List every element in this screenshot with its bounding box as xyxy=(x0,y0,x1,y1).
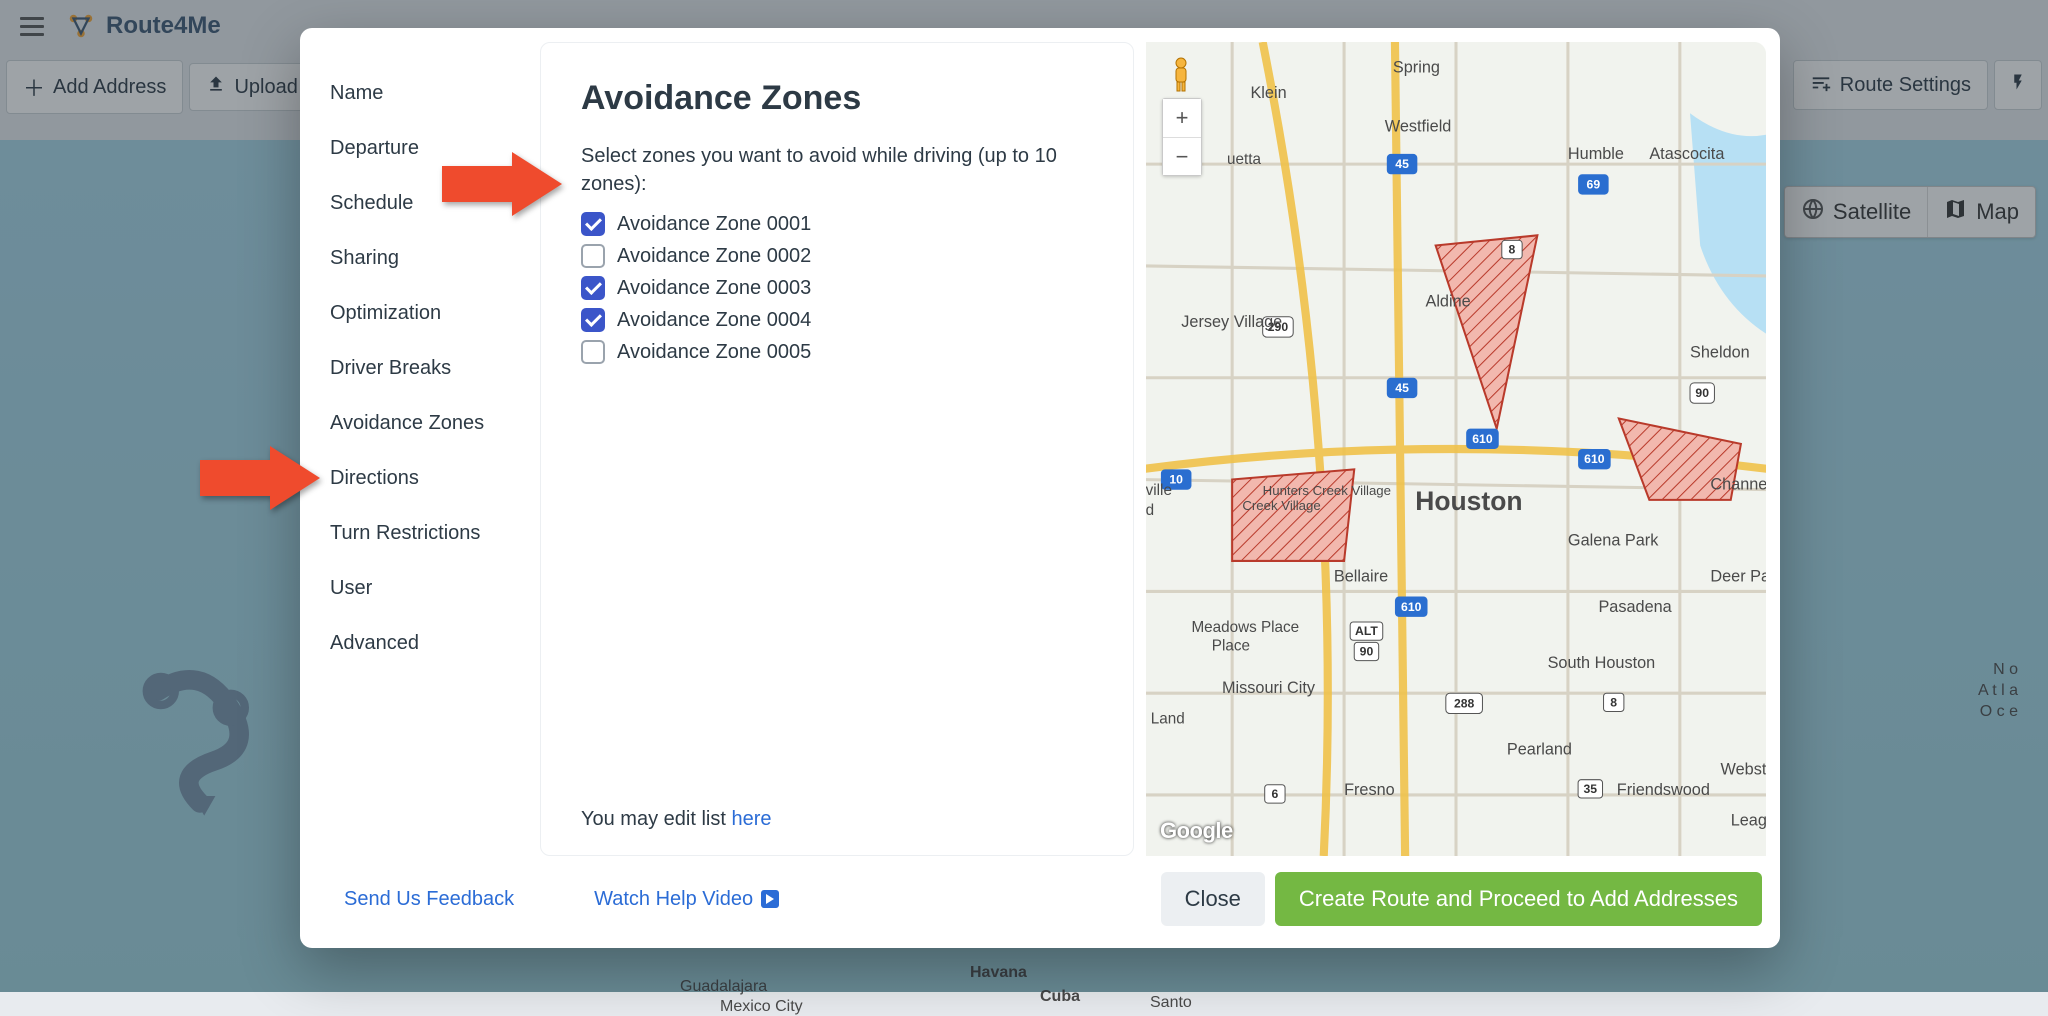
svg-text:South Houston: South Houston xyxy=(1548,654,1656,672)
sidebar-item-name[interactable]: Name xyxy=(300,66,540,121)
sidebar-item-directions[interactable]: Directions xyxy=(300,451,540,506)
svg-text:Place: Place xyxy=(1212,637,1250,654)
zone-list: Avoidance Zone 0001 Avoidance Zone 0002 … xyxy=(581,212,1093,364)
svg-text:Leag: Leag xyxy=(1731,811,1766,829)
zone-checkbox[interactable] xyxy=(581,276,605,300)
svg-text:Spring: Spring xyxy=(1393,59,1440,77)
zone-row: Avoidance Zone 0002 xyxy=(581,244,1093,268)
bg-city-mexico: Mexico City xyxy=(720,998,803,1016)
play-icon xyxy=(761,890,779,908)
svg-text:Land: Land xyxy=(1151,711,1185,728)
create-route-button[interactable]: Create Route and Proceed to Add Addresse… xyxy=(1275,872,1762,926)
svg-text:69: 69 xyxy=(1587,178,1601,192)
pegman-icon[interactable] xyxy=(1168,56,1194,92)
svg-text:610: 610 xyxy=(1472,432,1493,446)
svg-text:Pasadena: Pasadena xyxy=(1598,598,1672,616)
svg-text:Webst: Webst xyxy=(1721,761,1766,779)
svg-text:Atascocita: Atascocita xyxy=(1649,145,1725,163)
zone-row: Avoidance Zone 0004 xyxy=(581,308,1093,332)
zone-checkbox[interactable] xyxy=(581,340,605,364)
zoom-in-button[interactable]: + xyxy=(1163,99,1201,137)
svg-text:45: 45 xyxy=(1395,381,1409,395)
svg-text:90: 90 xyxy=(1360,645,1374,659)
zone-checkbox[interactable] xyxy=(581,308,605,332)
panel-edit-note: You may edit list here xyxy=(581,808,1093,831)
svg-text:Pearland: Pearland xyxy=(1507,740,1572,758)
bg-city-santo: Santo xyxy=(1150,994,1192,1012)
svg-text:610: 610 xyxy=(1584,452,1605,466)
annotation-arrow-icon xyxy=(442,152,562,221)
svg-text:Sheldon: Sheldon xyxy=(1690,343,1750,361)
svg-text:ville: ville xyxy=(1146,482,1172,499)
svg-text:Fresno: Fresno xyxy=(1344,781,1395,799)
zoom-out-button[interactable]: − xyxy=(1163,137,1201,175)
svg-text:Hunters Creek Village: Hunters Creek Village xyxy=(1263,483,1391,498)
svg-text:d: d xyxy=(1146,502,1154,519)
zone-checkbox[interactable] xyxy=(581,244,605,268)
svg-text:Friendswood: Friendswood xyxy=(1617,781,1710,799)
annotation-arrow-icon xyxy=(200,446,320,515)
sidebar-item-advanced[interactable]: Advanced xyxy=(300,616,540,671)
svg-text:Humble: Humble xyxy=(1568,145,1624,163)
watch-help-video-link[interactable]: Watch Help Video xyxy=(594,888,779,911)
svg-text:Deer Pa: Deer Pa xyxy=(1710,567,1766,585)
svg-text:Creek Village: Creek Village xyxy=(1242,498,1320,513)
svg-text:Channel: Channel xyxy=(1710,476,1766,494)
zone-row: Avoidance Zone 0005 xyxy=(581,340,1093,364)
send-feedback-link[interactable]: Send Us Feedback xyxy=(344,888,514,911)
svg-text:Houston: Houston xyxy=(1415,486,1522,516)
sidebar-item-optimization[interactable]: Optimization xyxy=(300,286,540,341)
sidebar-item-turn-restrictions[interactable]: Turn Restrictions xyxy=(300,506,540,561)
svg-text:35: 35 xyxy=(1584,782,1598,796)
zone-row: Avoidance Zone 0001 xyxy=(581,212,1093,236)
zone-checkbox[interactable] xyxy=(581,212,605,236)
edit-list-link[interactable]: here xyxy=(731,808,771,830)
svg-text:Aldine: Aldine xyxy=(1425,293,1470,311)
svg-text:ALT: ALT xyxy=(1355,624,1378,638)
sidebar-item-avoidance-zones[interactable]: Avoidance Zones xyxy=(300,396,540,451)
google-logo: Google xyxy=(1160,818,1233,844)
panel-title: Avoidance Zones xyxy=(581,79,1093,118)
svg-text:8: 8 xyxy=(1610,695,1617,709)
svg-text:Meadows Place: Meadows Place xyxy=(1191,619,1299,636)
modal-footer: Send Us Feedback Watch Help Video Close … xyxy=(300,864,1780,948)
svg-text:Bellaire: Bellaire xyxy=(1334,567,1388,585)
sidebar-item-sharing[interactable]: Sharing xyxy=(300,231,540,286)
avoidance-zones-panel: Avoidance Zones Select zones you want to… xyxy=(540,42,1134,856)
svg-text:Westfield: Westfield xyxy=(1385,118,1452,136)
svg-text:uetta: uetta xyxy=(1227,151,1261,168)
panel-description: Select zones you want to avoid while dri… xyxy=(581,142,1093,198)
svg-text:Jersey Village: Jersey Village xyxy=(1181,313,1282,331)
svg-text:Galena Park: Galena Park xyxy=(1568,532,1659,550)
svg-text:288: 288 xyxy=(1454,696,1475,710)
svg-text:Klein: Klein xyxy=(1250,84,1286,102)
sidebar-item-user[interactable]: User xyxy=(300,561,540,616)
svg-text:Missouri City: Missouri City xyxy=(1222,679,1316,697)
svg-text:6: 6 xyxy=(1271,787,1278,801)
zone-row: Avoidance Zone 0003 xyxy=(581,276,1093,300)
svg-text:610: 610 xyxy=(1401,600,1422,614)
svg-text:90: 90 xyxy=(1695,386,1709,400)
sidebar-item-driver-breaks[interactable]: Driver Breaks xyxy=(300,341,540,396)
svg-text:45: 45 xyxy=(1395,157,1409,171)
modal-map[interactable]: 45 45 69 10 610 610 610 288 290 90 8 8 6… xyxy=(1146,42,1766,856)
svg-text:8: 8 xyxy=(1509,243,1516,257)
close-button[interactable]: Close xyxy=(1161,872,1265,926)
map-zoom-controls: + − xyxy=(1162,98,1202,176)
